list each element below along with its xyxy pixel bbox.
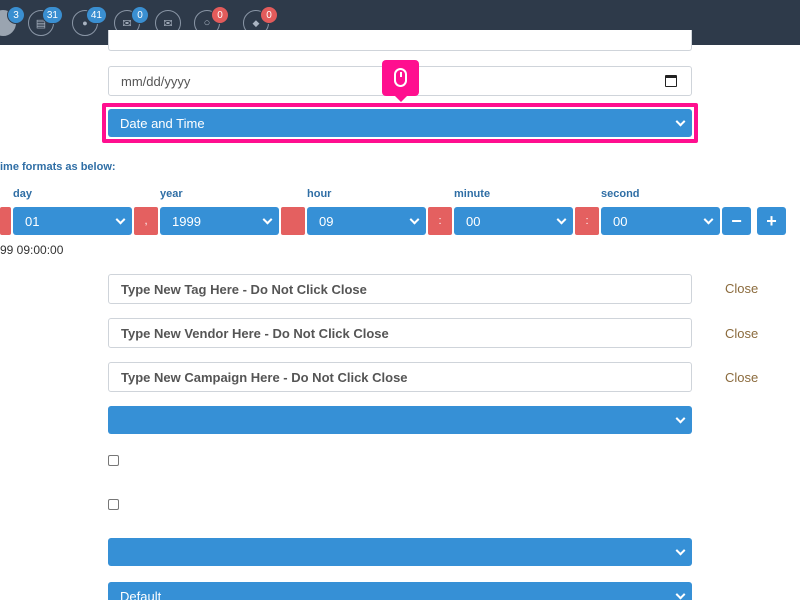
comment-glyph: ○ <box>203 17 211 29</box>
click-highlight <box>102 103 698 143</box>
hour-label: hour <box>307 188 332 200</box>
day-select[interactable]: 01 <box>13 207 132 235</box>
avatar-icon[interactable]: 3 <box>0 6 25 36</box>
new-campaign-placeholder: Type New Campaign Here - Do Not Click Cl… <box>121 369 408 385</box>
second-value: 00 <box>613 213 628 229</box>
close-vendor-link[interactable]: Close <box>725 326 758 341</box>
new-tag-input[interactable]: Type New Tag Here - Do Not Click Close <box>108 274 692 304</box>
year-select[interactable]: 1999 <box>160 207 279 235</box>
mail-badge: 0 <box>131 6 149 24</box>
chevron-down-icon <box>675 413 686 424</box>
chevron-down-icon <box>675 545 686 556</box>
separator-colon-2: : <box>575 207 599 235</box>
new-campaign-input[interactable]: Type New Campaign Here - Do Not Click Cl… <box>108 362 692 392</box>
empty-select-2[interactable] <box>108 538 692 566</box>
checkbox-1[interactable] <box>108 455 119 466</box>
tickets-badge: 0 <box>260 6 278 24</box>
previous-field[interactable] <box>108 30 692 51</box>
minute-label: minute <box>454 188 491 200</box>
add-button[interactable]: + <box>757 207 786 235</box>
mouse-icon <box>394 68 407 87</box>
chat-icon[interactable]: ● 41 <box>72 6 107 36</box>
default-select[interactable]: Default <box>108 582 692 600</box>
comments-badge: 0 <box>211 6 229 24</box>
chats-badge: 41 <box>85 6 107 24</box>
chevron-down-icon <box>262 214 273 225</box>
mouse-indicator <box>382 60 419 102</box>
mail-glyph: ✉ <box>122 17 132 30</box>
checkbox-2[interactable] <box>108 499 119 510</box>
date-input-placeholder: mm/dd/yyyy <box>121 73 191 89</box>
hour-select[interactable]: 09 <box>307 207 426 235</box>
default-select-value: Default <box>120 589 162 600</box>
notification-badge: 3 <box>7 6 25 24</box>
empty-select-1[interactable] <box>108 406 692 434</box>
document-icon[interactable]: ▤ 31 <box>28 6 63 36</box>
ticket-glyph: ◆ <box>252 17 260 28</box>
separator-comma: , <box>134 207 158 235</box>
separator-space <box>281 207 305 235</box>
new-tag-placeholder: Type New Tag Here - Do Not Click Close <box>121 281 367 297</box>
year-label: year <box>160 188 183 200</box>
datetime-preview: 99 09:00:00 <box>0 243 64 257</box>
calendar-icon[interactable] <box>665 75 677 87</box>
new-vendor-input[interactable]: Type New Vendor Here - Do Not Click Clos… <box>108 318 692 348</box>
hour-value: 09 <box>319 213 334 229</box>
day-label: day <box>13 188 32 200</box>
separator-colon-1: : <box>428 207 452 235</box>
close-campaign-link[interactable]: Close <box>725 370 758 385</box>
separator-left <box>0 207 11 235</box>
remove-button[interactable]: − <box>722 207 751 235</box>
documents-badge: 31 <box>41 6 63 24</box>
minute-value: 00 <box>466 213 481 229</box>
formats-label: ime formats as below: <box>0 161 116 173</box>
day-value: 01 <box>25 213 40 229</box>
second-label: second <box>601 188 640 200</box>
chevron-down-icon <box>409 214 420 225</box>
open-mail-glyph: ✉ <box>163 17 173 30</box>
chevron-down-icon <box>556 214 567 225</box>
chevron-down-icon <box>703 214 714 225</box>
minute-select[interactable]: 00 <box>454 207 573 235</box>
second-select[interactable]: 00 <box>601 207 720 235</box>
year-value: 1999 <box>172 213 201 229</box>
chevron-down-icon <box>675 589 686 600</box>
close-tag-link[interactable]: Close <box>725 281 758 296</box>
new-vendor-placeholder: Type New Vendor Here - Do Not Click Clos… <box>121 325 389 341</box>
chevron-down-icon <box>115 214 126 225</box>
